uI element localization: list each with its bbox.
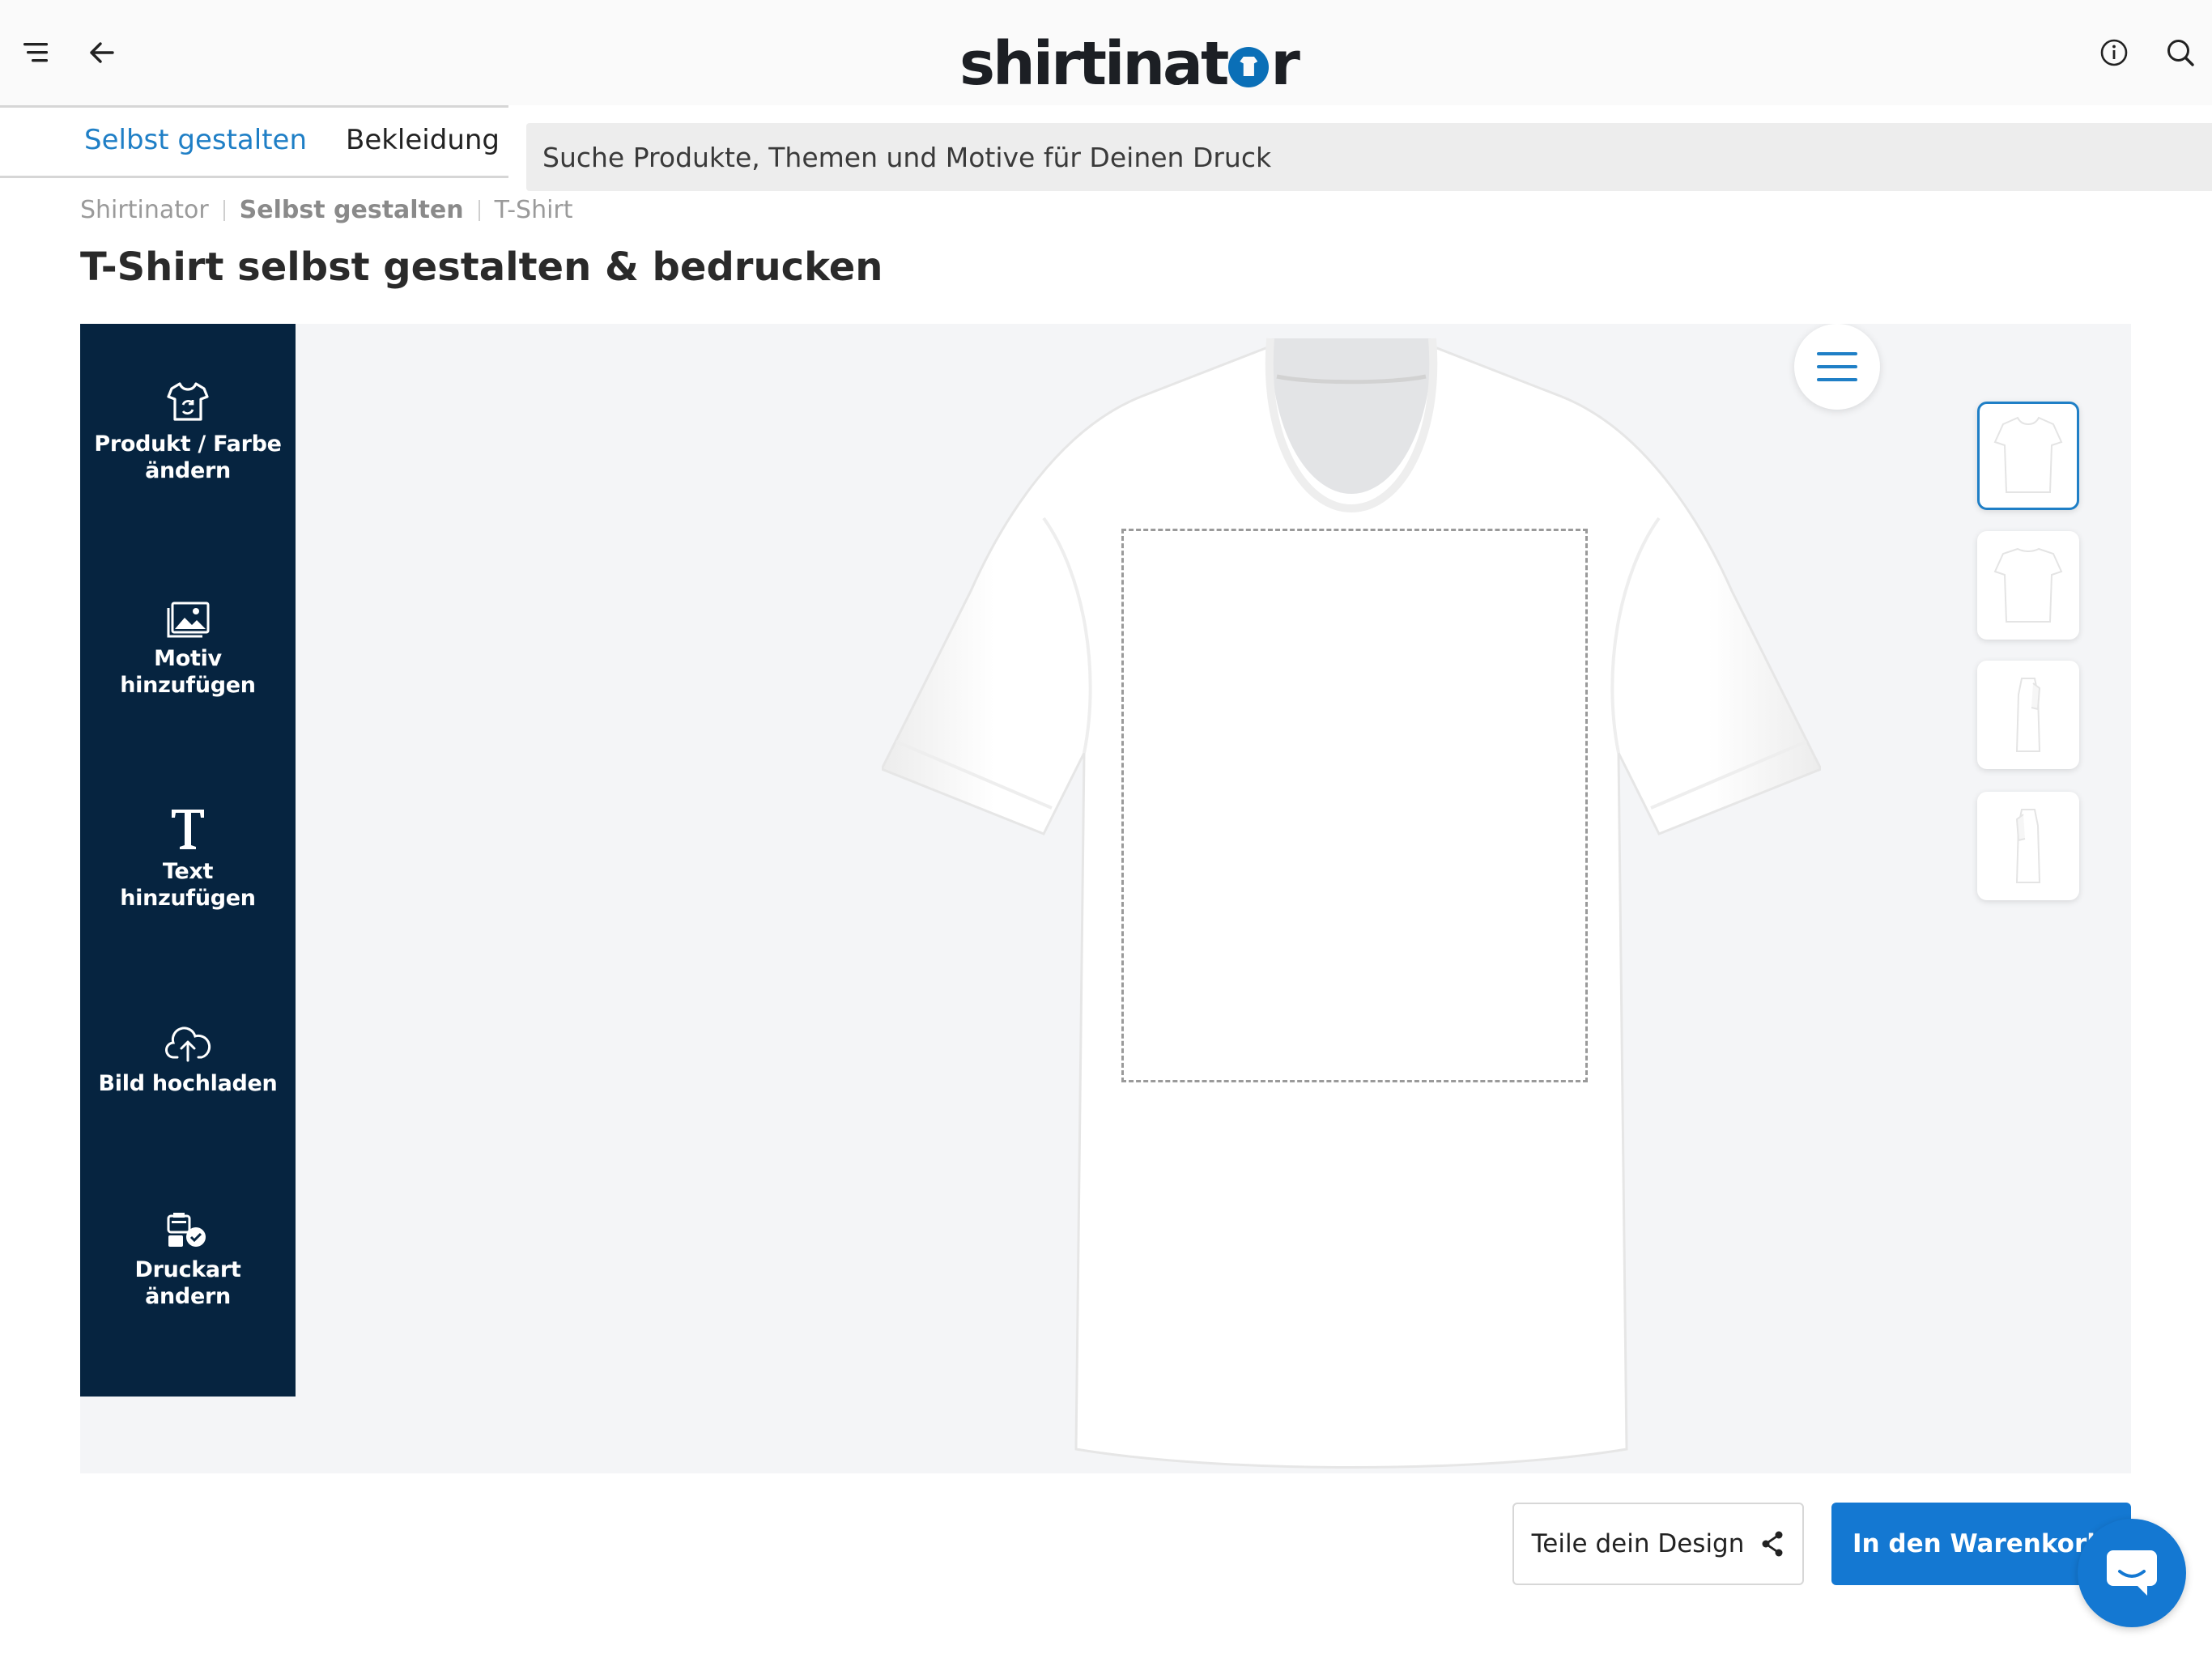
back-button[interactable] — [78, 24, 126, 81]
tab-selbst-gestalten[interactable]: Selbst gestalten — [84, 124, 307, 156]
share-icon — [1762, 1531, 1783, 1557]
breadcrumb: Shirtinator Selbst gestalten T-Shirt — [80, 196, 573, 224]
page-title: T-Shirt selbst gestalten & bedrucken — [80, 244, 883, 290]
hamburger-menu-icon — [23, 43, 48, 62]
tshirt-side-icon — [2015, 809, 2041, 883]
tool-label: Druckart ändern — [134, 1257, 241, 1309]
breadcrumb-item-home[interactable]: Shirtinator — [80, 196, 209, 224]
search-bar — [526, 123, 2212, 191]
tool-change-print-method[interactable]: Druckart ändern — [80, 1198, 296, 1360]
main-nav-tabs: Selbst gestalten Bekleidung — [0, 105, 508, 178]
image-gallery-icon — [167, 602, 210, 638]
tshirt-side-icon — [2015, 678, 2041, 752]
tool-change-product[interactable]: Produkt / Farbe ändern — [80, 372, 296, 534]
tshirt-swap-icon — [167, 382, 209, 421]
tool-upload-image[interactable]: Bild hochladen — [80, 1012, 296, 1174]
tool-add-text[interactable]: Text hinzufügen — [80, 800, 296, 962]
info-icon — [2100, 39, 2128, 66]
chat-button[interactable] — [2078, 1519, 2186, 1627]
print-area[interactable] — [1121, 529, 1588, 1082]
top-header: shirtinat r — [0, 0, 2212, 105]
breadcrumb-separator — [223, 199, 225, 221]
tshirt-front-icon — [1993, 416, 2063, 493]
share-label: Teile dein Design — [1531, 1529, 1745, 1558]
search-button[interactable] — [2152, 24, 2209, 81]
logo-text-start: shirtinat — [959, 29, 1229, 99]
print-method-icon — [167, 1213, 206, 1247]
view-thumbnail-back[interactable] — [1977, 531, 2079, 640]
breadcrumb-separator — [478, 199, 480, 221]
cart-label: In den Warenkorb — [1853, 1529, 2105, 1558]
logo-text-end: r — [1270, 29, 1300, 99]
breadcrumb-item-current: T-Shirt — [494, 196, 573, 224]
tool-add-motif[interactable]: Motiv hinzufügen — [80, 587, 296, 749]
tool-label: Bild hochladen — [98, 1071, 278, 1096]
menu-button[interactable] — [11, 24, 60, 81]
info-button[interactable] — [2086, 24, 2142, 81]
shirtinator-logo[interactable]: shirtinat r — [959, 29, 1300, 99]
search-icon — [2167, 40, 2194, 66]
text-t-icon — [172, 810, 204, 849]
logo-o-shirt-icon — [1228, 47, 1270, 87]
breadcrumb-item-selbst-gestalten[interactable]: Selbst gestalten — [240, 196, 464, 224]
cloud-upload-icon — [165, 1027, 211, 1062]
designer-toolbar: Produkt / Farbe ändern Motiv hinzufügen Te… — [80, 324, 296, 1397]
share-design-button[interactable]: Teile dein Design — [1512, 1503, 1804, 1585]
designer-menu-button[interactable] — [1794, 324, 1880, 410]
view-thumbnail-right-sleeve[interactable] — [1977, 792, 2079, 900]
chat-bubble-icon — [2107, 1550, 2157, 1596]
view-thumbnail-front[interactable] — [1977, 402, 2079, 510]
hamburger-menu-icon — [1817, 352, 1857, 381]
tshirt-back-icon — [1993, 547, 2063, 623]
arrow-left-icon — [90, 42, 114, 63]
tool-label: Produkt / Farbe ändern — [94, 432, 282, 483]
search-input[interactable] — [526, 123, 2212, 191]
tool-label: Text hinzufügen — [120, 859, 256, 911]
tool-label: Motiv hinzufügen — [120, 646, 256, 698]
tab-bekleidung[interactable]: Bekleidung — [346, 124, 500, 156]
view-thumbnail-left-sleeve[interactable] — [1977, 661, 2079, 769]
designer-canvas: Produkt / Farbe ändern Motiv hinzufügen Te… — [80, 324, 2131, 1473]
